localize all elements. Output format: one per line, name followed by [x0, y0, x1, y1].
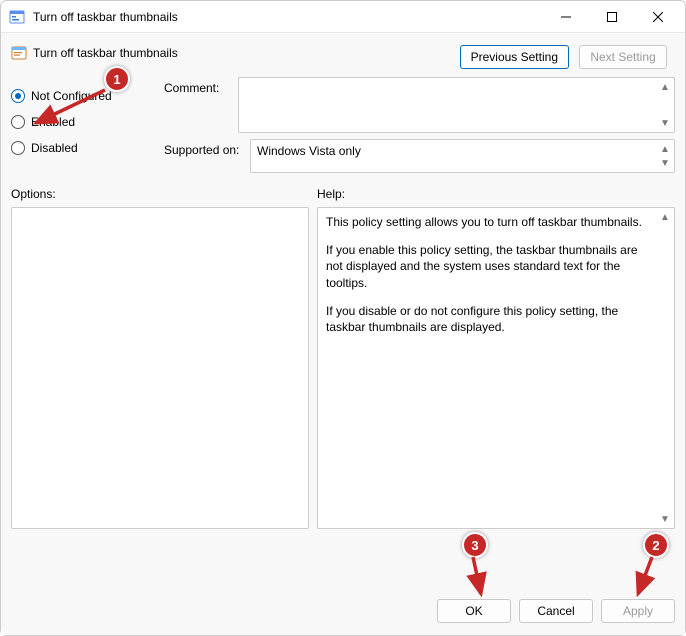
previous-setting-button[interactable]: Previous Setting — [460, 45, 569, 69]
supported-field: Windows Vista only ▲ ▼ — [250, 139, 675, 173]
comment-field[interactable]: ▲ ▼ — [238, 77, 675, 133]
state-radio-group: Not Configured Enabled Disabled — [11, 77, 156, 173]
radio-icon — [11, 115, 25, 129]
policy-editor-window: Turn off taskbar thumbnails — [0, 0, 686, 636]
scroll-down-icon[interactable]: ▼ — [658, 116, 672, 130]
minimize-button[interactable] — [543, 2, 589, 32]
titlebar: Turn off taskbar thumbnails — [1, 1, 685, 33]
scroll-up-icon[interactable]: ▲ — [658, 210, 672, 224]
supported-value: Windows Vista only — [257, 144, 361, 158]
policy-title-text: Turn off taskbar thumbnails — [33, 46, 178, 60]
options-pane — [11, 207, 309, 529]
scrollbar[interactable]: ▲ ▼ — [658, 142, 672, 170]
radio-label: Disabled — [31, 141, 78, 155]
window-controls — [543, 2, 681, 32]
scroll-down-icon[interactable]: ▼ — [658, 156, 672, 170]
apply-button[interactable]: Apply — [601, 599, 675, 623]
close-button[interactable] — [635, 2, 681, 32]
radio-icon — [11, 89, 25, 103]
policy-icon — [11, 45, 27, 61]
supported-label: Supported on: — [164, 139, 244, 157]
help-paragraph: If you enable this policy setting, the t… — [326, 242, 654, 291]
scroll-down-icon[interactable]: ▼ — [658, 512, 672, 526]
scrollbar[interactable]: ▲ ▼ — [658, 80, 672, 130]
radio-enabled[interactable]: Enabled — [11, 115, 156, 129]
scrollbar[interactable]: ▲ ▼ — [658, 210, 672, 526]
radio-disabled[interactable]: Disabled — [11, 141, 156, 155]
help-paragraph: This policy setting allows you to turn o… — [326, 214, 654, 230]
policy-header: Turn off taskbar thumbnails — [11, 41, 460, 61]
window-title: Turn off taskbar thumbnails — [33, 10, 543, 24]
radio-not-configured[interactable]: Not Configured — [11, 89, 156, 103]
scroll-up-icon[interactable]: ▲ — [658, 142, 672, 156]
help-pane: This policy setting allows you to turn o… — [317, 207, 675, 529]
help-paragraph: If you disable or do not configure this … — [326, 303, 654, 335]
options-label: Options: — [11, 187, 309, 201]
cancel-button[interactable]: Cancel — [519, 599, 593, 623]
content-area: Turn off taskbar thumbnails Previous Set… — [1, 33, 685, 589]
app-icon — [9, 9, 25, 25]
maximize-button[interactable] — [589, 2, 635, 32]
comment-label: Comment: — [164, 77, 232, 95]
radio-label: Enabled — [31, 115, 75, 129]
help-label: Help: — [317, 187, 345, 201]
radio-icon — [11, 141, 25, 155]
radio-label: Not Configured — [31, 89, 112, 103]
dialog-footer: OK Cancel Apply — [1, 589, 685, 635]
scroll-up-icon[interactable]: ▲ — [658, 80, 672, 94]
ok-button[interactable]: OK — [437, 599, 511, 623]
next-setting-button[interactable]: Next Setting — [579, 45, 667, 69]
